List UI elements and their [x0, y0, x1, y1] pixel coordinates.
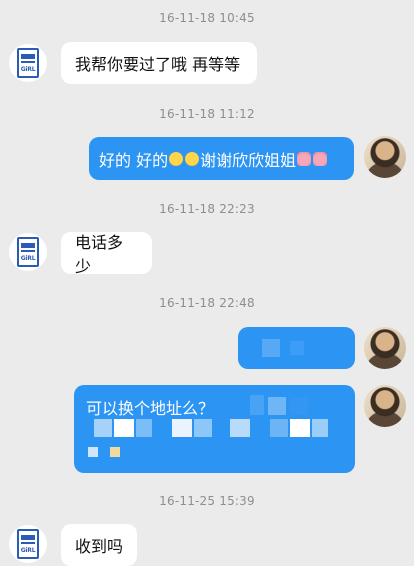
- redacted-block: [262, 339, 280, 357]
- timestamp: 16-11-18 10:45: [159, 11, 255, 25]
- message-bubble[interactable]: 可以换个地址么？: [74, 385, 355, 473]
- logo-avatar-icon: GiRL: [17, 48, 39, 78]
- timestamp: 16-11-18 22:23: [159, 202, 255, 216]
- message-text: 我帮你要过了哦 再等等: [75, 55, 241, 74]
- message-text: 收到吗: [75, 537, 124, 556]
- redacted-block: [94, 419, 112, 437]
- user-avatar-icon[interactable]: [364, 385, 406, 427]
- redacted-block: [110, 447, 120, 457]
- redacted-block: [270, 419, 288, 437]
- redacted-block: [136, 419, 152, 437]
- user-avatar-icon[interactable]: [364, 136, 406, 178]
- logo-text: GiRL: [20, 66, 36, 73]
- redacted-block: [88, 447, 98, 457]
- pig-emoji-icon: [297, 151, 312, 166]
- message-text: 谢谢欣欣姐姐: [200, 150, 297, 170]
- redacted-block: [230, 419, 250, 437]
- logo-text: GiRL: [20, 255, 36, 262]
- contact-avatar[interactable]: GiRL: [9, 44, 47, 82]
- message-text: 好的 好的: [99, 150, 169, 170]
- redacted-block: [312, 419, 328, 437]
- message-bubble[interactable]: 收到吗: [61, 524, 137, 566]
- message-bubble[interactable]: 好的 好的 谢谢欣欣姐姐: [89, 137, 354, 180]
- timestamp: 16-11-18 22:48: [159, 296, 255, 310]
- redacted-block: [172, 419, 192, 437]
- message-bubble-redacted[interactable]: [238, 327, 355, 369]
- timestamp: 16-11-18 11:12: [159, 107, 255, 121]
- contact-avatar[interactable]: GiRL: [9, 525, 47, 563]
- logo-avatar-icon: GiRL: [17, 237, 39, 267]
- redacted-block: [290, 397, 308, 415]
- timestamp: 16-11-25 15:39: [159, 494, 255, 508]
- message-bubble[interactable]: 我帮你要过了哦 再等等: [61, 42, 257, 84]
- contact-avatar[interactable]: GiRL: [9, 233, 47, 271]
- redacted-block: [268, 397, 286, 415]
- pig-emoji-icon: [313, 151, 328, 166]
- redacted-block: [250, 395, 264, 415]
- message-text: 可以换个地址么？: [86, 399, 215, 418]
- message-bubble[interactable]: 电话多少: [61, 232, 152, 276]
- smile-emoji-icon: [185, 151, 200, 166]
- message-text: 电话多少: [75, 233, 124, 276]
- user-avatar-icon[interactable]: [364, 327, 406, 369]
- smile-emoji-icon: [169, 151, 184, 166]
- redacted-block: [114, 419, 134, 437]
- redacted-block: [290, 419, 310, 437]
- logo-text: GiRL: [20, 547, 36, 554]
- redacted-block: [290, 341, 304, 355]
- logo-avatar-icon: GiRL: [17, 529, 39, 559]
- redacted-block: [194, 419, 212, 437]
